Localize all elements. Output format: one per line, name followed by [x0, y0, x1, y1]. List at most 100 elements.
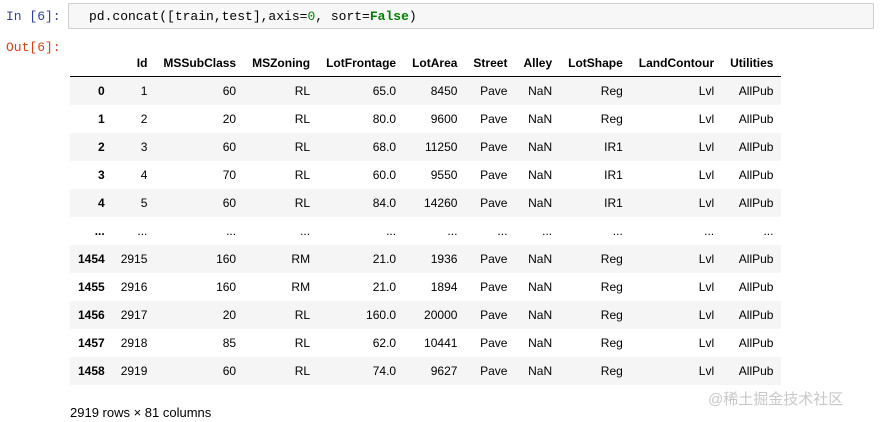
table-cell: RM	[291, 252, 311, 266]
column-header: Utilities	[722, 50, 782, 77]
table-cell: 62.0	[372, 336, 397, 350]
table-cell: AllPub	[738, 364, 774, 378]
table-row: 4 5 60 RL 84.0 14260 Pave NaN IR1 Lvl AllPub	[70, 189, 782, 217]
table-cell: 65.0	[372, 84, 397, 98]
table-cell: 60	[222, 196, 237, 210]
code-part: )	[408, 9, 417, 24]
table-cell: Reg	[600, 308, 623, 322]
table-cell: AllPub	[738, 280, 774, 294]
table-cell: Pave	[480, 280, 508, 294]
row-index: 3	[98, 168, 105, 182]
table-cell: Reg	[600, 84, 623, 98]
table-cell: 9550	[430, 168, 458, 182]
table-cell: Lvl	[698, 140, 715, 154]
table-cell: NaN	[528, 280, 553, 294]
table-cell: Lvl	[698, 196, 715, 210]
column-header: MSZoning	[244, 50, 319, 77]
table-row: 1458 2919 60 RL 74.0 9627 Pave NaN Reg Lvl AllPub	[70, 357, 782, 385]
row-index: 1455	[78, 280, 105, 294]
dataframe-table: Id MSSubClass MSZoning LotFrontage LotArea St…	[70, 50, 782, 385]
table-cell: NaN	[528, 252, 553, 266]
table-cell: Lvl	[698, 280, 715, 294]
table-cell: RL	[294, 196, 311, 210]
table-row: .................................	[70, 217, 782, 245]
table-cell: Pave	[480, 364, 508, 378]
row-index: 0	[98, 84, 105, 98]
input-prompt: In [6]:	[6, 9, 61, 24]
column-header: Street	[465, 50, 516, 77]
table-cell: Pave	[480, 336, 508, 350]
table-cell: ...	[612, 224, 623, 238]
table-cell: NaN	[528, 112, 553, 126]
table-cell: RL	[294, 112, 311, 126]
table-cell: ...	[497, 224, 508, 238]
table-cell: 160	[216, 280, 237, 294]
table-cell: 4	[140, 168, 148, 182]
table-cell: 2919	[120, 364, 148, 378]
table-cell: 60	[222, 364, 237, 378]
dataframe-shape-summary: 2919 rows × 81 columns	[70, 405, 212, 420]
table-cell: AllPub	[738, 308, 774, 322]
table-row: 3 4 70 RL 60.0 9550 Pave NaN IR1 Lvl AllPub	[70, 161, 782, 189]
table-cell: IR1	[604, 196, 623, 210]
table-cell: 2918	[120, 336, 148, 350]
table-cell: AllPub	[738, 168, 774, 182]
table-cell: 160.0	[366, 308, 397, 322]
table-cell: Lvl	[698, 168, 715, 182]
table-cell: NaN	[528, 336, 553, 350]
table-cell: Pave	[480, 140, 508, 154]
table-row: 0 1 60 RL 65.0 8450 Pave NaN Reg Lvl AllPub	[70, 76, 782, 105]
column-header: LotShape	[560, 50, 631, 77]
code-part: pd.concat([train,test],axis=	[89, 9, 308, 24]
table-cell: 80.0	[372, 112, 397, 126]
table-cell: ...	[447, 224, 458, 238]
table-row: 1457 2918 85 RL 62.0 10441 Pave NaN Reg Lvl AllPub	[70, 329, 782, 357]
table-cell: RL	[294, 336, 311, 350]
table-cell: 10441	[424, 336, 458, 350]
row-index: 1	[98, 112, 105, 126]
table-cell: Lvl	[698, 252, 715, 266]
row-index: 1458	[78, 364, 105, 378]
table-header-row: Id MSSubClass MSZoning LotFrontage LotArea St…	[70, 50, 782, 77]
table-cell: Reg	[600, 252, 623, 266]
table-cell: RM	[291, 280, 311, 294]
table-cell: RL	[294, 84, 311, 98]
table-cell: RL	[294, 140, 311, 154]
table-cell: 21.0	[372, 252, 397, 266]
table-cell: AllPub	[738, 336, 774, 350]
table-cell: NaN	[528, 196, 553, 210]
column-header: Id	[112, 50, 156, 77]
table-cell: ...	[226, 224, 237, 238]
row-index: 1454	[78, 252, 105, 266]
table-cell: 85	[222, 336, 237, 350]
table-cell: 3	[140, 140, 148, 154]
table-cell: AllPub	[738, 252, 774, 266]
table-cell: AllPub	[738, 196, 774, 210]
table-cell: Pave	[480, 84, 508, 98]
table-cell: ...	[386, 224, 397, 238]
table-row: 1 2 20 RL 80.0 9600 Pave NaN Reg Lvl AllPub	[70, 105, 782, 133]
table-cell: Pave	[480, 112, 508, 126]
table-cell: NaN	[528, 140, 553, 154]
table-cell: ...	[704, 224, 715, 238]
table-cell: IR1	[604, 140, 623, 154]
table-cell: 2	[140, 112, 148, 126]
table-cell: RL	[294, 364, 311, 378]
table-cell: AllPub	[738, 140, 774, 154]
table-cell: Pave	[480, 196, 508, 210]
code-text[interactable]: pd.concat([train,test],axis=0, sort=Fals…	[89, 9, 417, 24]
table-cell: NaN	[528, 168, 553, 182]
code-keyword: False	[369, 9, 409, 24]
table-cell: 14260	[424, 196, 458, 210]
table-cell: 60.0	[372, 168, 397, 182]
table-cell: 1894	[430, 280, 458, 294]
code-part: , sort=	[315, 9, 370, 24]
column-header: Alley	[515, 50, 561, 77]
table-cell: NaN	[528, 364, 553, 378]
table-cell: 9627	[430, 364, 458, 378]
code-cell-editor[interactable]: pd.concat([train,test],axis=0, sort=Fals…	[68, 3, 874, 29]
table-cell: 21.0	[372, 280, 397, 294]
table-cell: IR1	[604, 168, 623, 182]
table-cell: ...	[542, 224, 553, 238]
row-index: 1456	[78, 308, 105, 322]
